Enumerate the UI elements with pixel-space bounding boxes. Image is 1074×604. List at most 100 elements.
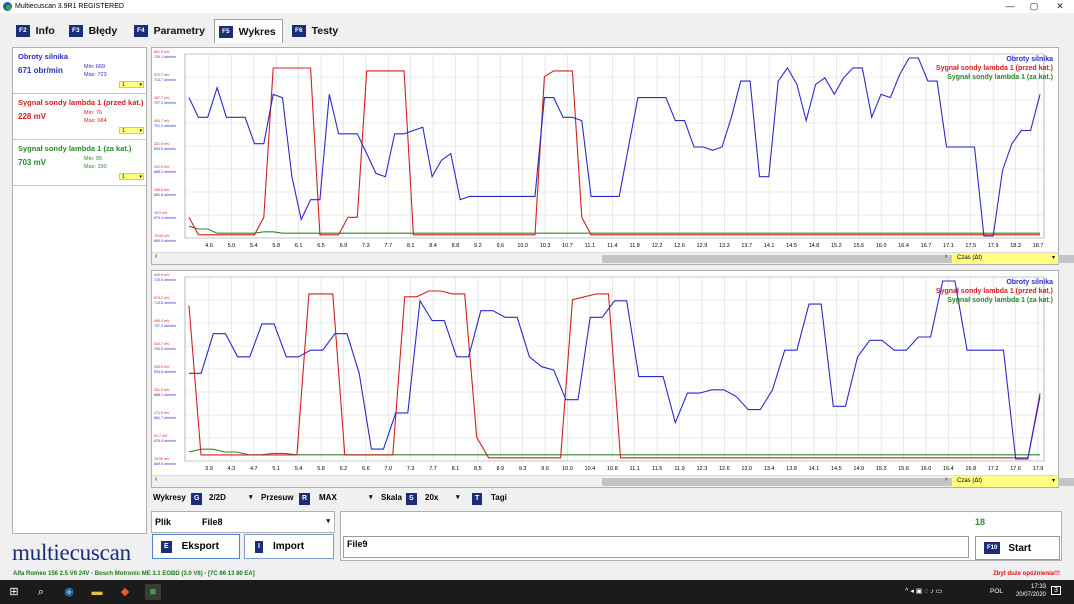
notification-icon[interactable]: 3 bbox=[1051, 586, 1061, 595]
x-tick-label: 9.3 bbox=[519, 466, 527, 472]
windows-start-icon[interactable]: ⊞ bbox=[6, 584, 22, 600]
tab-bledy[interactable]: F3 Błędy bbox=[65, 20, 123, 42]
file-name-field[interactable]: File9 bbox=[343, 536, 969, 558]
x-tick-label: 15.6 bbox=[853, 243, 864, 249]
tab-bar: F2 Info F3 Błędy F4 Parametry F5 Wykres F6 Te… bbox=[0, 19, 1074, 43]
multiecuscan-taskbar-icon[interactable]: ■ bbox=[145, 584, 161, 600]
chevron-down-icon[interactable]: ▾ bbox=[249, 493, 253, 501]
maximize-button[interactable]: ▢ bbox=[1020, 0, 1048, 13]
y-tick-label-rpm: 701.0 obr/min bbox=[154, 124, 176, 128]
chart-bottom-scrollbar[interactable]: ‹ › Czas (Δt) bbox=[152, 475, 1074, 487]
x-tick-label: 17.9 bbox=[988, 243, 999, 249]
tab-testy[interactable]: F6 Testy bbox=[288, 20, 344, 42]
x-tick-label: 5.0 bbox=[228, 243, 236, 249]
import-button[interactable]: I Import bbox=[244, 534, 334, 559]
y-tick-label-rpm: 675.4 obr/min bbox=[154, 439, 176, 443]
tab-label: Info bbox=[35, 25, 55, 37]
chart-controls: Wykresy G 2/2D ▾ Przesuw R MAX ▾ Skala S… bbox=[151, 491, 651, 507]
x-tick-label: 5.4 bbox=[295, 466, 303, 472]
x-tick-label: 3.9 bbox=[205, 466, 213, 472]
scroll-left-icon[interactable]: ‹ bbox=[155, 476, 157, 483]
x-tick-label: 6.5 bbox=[317, 243, 325, 249]
x-tick-label: 7.7 bbox=[384, 243, 392, 249]
tab-key: F3 bbox=[69, 25, 83, 37]
scroll-right-icon[interactable]: › bbox=[945, 253, 947, 260]
x-tick-label: 10.7 bbox=[562, 243, 573, 249]
plik-value: File8 bbox=[202, 517, 223, 527]
param-min: Min: 76 bbox=[84, 110, 103, 116]
x-tick-label: 17.6 bbox=[1010, 466, 1021, 472]
param-lambda-post[interactable]: Sygnał sondy lambda 1 (za kat.) 703 mV M… bbox=[13, 140, 146, 186]
chevron-down-icon[interactable]: ▾ bbox=[326, 517, 330, 525]
vehicle-info: Alfa Romeo 156 2.5 V6 24V - Bosch Motron… bbox=[13, 571, 255, 577]
time-axis-select[interactable]: Czas (Δt) bbox=[952, 253, 1058, 264]
param-scale-select[interactable]: 1 bbox=[119, 81, 144, 88]
chart-top-plot: 4.6 5.0 5.4 5.8 6.1 6.5 6.9 7.3 7.7 8.1 8.4 8.8 9.2 9… bbox=[154, 50, 1045, 249]
record-panel: File9 18 F10 Start bbox=[340, 511, 1062, 561]
y-tick-label-mv: 91.7 mV bbox=[154, 434, 168, 438]
x-tick-label: 14.8 bbox=[809, 243, 820, 249]
app-icon[interactable]: ◉ bbox=[61, 584, 77, 600]
y-tick-label-rpm: 669.0 obr/min bbox=[154, 239, 176, 243]
folder-icon[interactable]: ▬ bbox=[89, 584, 105, 600]
clock[interactable]: 17:33 20/07/2020 bbox=[1016, 583, 1046, 599]
tagi-toggle[interactable]: Tagi bbox=[491, 493, 507, 502]
tab-label: Wykres bbox=[238, 25, 276, 38]
x-tick-label: 9.2 bbox=[474, 243, 482, 249]
x-tick-label: 16.7 bbox=[921, 243, 932, 249]
param-scale-select[interactable]: 1 bbox=[119, 173, 144, 180]
param-rpm[interactable]: Obroty silnika 671 obr/min Min: 669 Max:… bbox=[13, 48, 146, 94]
param-max: Max: 684 bbox=[84, 118, 107, 124]
x-tick-label: 6.6 bbox=[362, 466, 370, 472]
y-tick-label-rpm: 688.1 obr/min bbox=[154, 393, 176, 397]
close-button[interactable]: ✕ bbox=[1046, 0, 1074, 13]
chart-top-scrollbar[interactable]: ‹ › Czas (Δt) bbox=[152, 252, 1074, 264]
language-indicator[interactable]: POL bbox=[990, 588, 1003, 595]
x-tick-label: 8.8 bbox=[452, 243, 460, 249]
time-axis-select[interactable]: Czas (Δt) bbox=[952, 476, 1058, 487]
param-lambda-pre[interactable]: Sygnał sondy lambda 1 (przed kat.) 228 m… bbox=[13, 94, 146, 140]
x-tick-label: 6.2 bbox=[340, 466, 348, 472]
file-select[interactable]: Plik File8 ▾ bbox=[151, 511, 335, 533]
tab-wykres[interactable]: F5 Wykres bbox=[214, 19, 283, 43]
x-tick-label: 8.5 bbox=[474, 466, 482, 472]
legend-rpm: Obroty silnika bbox=[1006, 56, 1053, 63]
key-g: G bbox=[191, 493, 203, 505]
y-tick-label-mv: 241.9 mV bbox=[154, 165, 170, 169]
browser-icon[interactable]: ◆ bbox=[117, 584, 133, 600]
search-icon[interactable]: ⌕ bbox=[33, 584, 49, 600]
scroll-left-icon[interactable]: ‹ bbox=[155, 253, 157, 260]
wykresy-select[interactable]: 2/2D bbox=[209, 493, 226, 502]
eksport-button[interactable]: E Eksport bbox=[152, 534, 240, 559]
title-bar: Multiecuscan 3.9R1 REGISTERED — ▢ ✕ bbox=[0, 0, 1074, 13]
x-tick-label: 14.5 bbox=[831, 466, 842, 472]
x-tick-label: 18.3 bbox=[1010, 243, 1021, 249]
start-button[interactable]: F10 Start bbox=[975, 536, 1060, 560]
param-min: Min: 95 bbox=[84, 156, 103, 162]
param-min: Min: 669 bbox=[84, 64, 106, 70]
y-tick-label-mv: 159.9 mV bbox=[154, 188, 170, 192]
param-scale-select[interactable]: 1 bbox=[119, 127, 144, 134]
scroll-right-icon[interactable]: › bbox=[945, 476, 947, 483]
x-tick-label: 9.6 bbox=[541, 466, 549, 472]
chevron-down-icon[interactable]: ▾ bbox=[456, 493, 460, 501]
tab-label: Testy bbox=[311, 25, 339, 37]
x-tick-label: 11.8 bbox=[630, 243, 640, 249]
tab-parametry[interactable]: F4 Parametry bbox=[130, 20, 211, 42]
skala-select[interactable]: 20x bbox=[425, 493, 438, 502]
chart-bottom[interactable]: 3.9 4.3 4.7 5.1 5.4 5.8 6.2 6.6 7.0 7.3 7.7 8.1 8.5 8… bbox=[151, 270, 1074, 488]
x-tick-label: 11.4 bbox=[607, 243, 617, 249]
chart-top[interactable]: 4.6 5.0 5.4 5.8 6.1 6.5 6.9 7.3 7.7 8.1 8.4 8.8 9.2 9… bbox=[151, 47, 1074, 265]
x-tick-label: 8.9 bbox=[496, 466, 504, 472]
tab-info[interactable]: F2 Info bbox=[12, 20, 61, 42]
y-tick-label-mv: 490.4 mV bbox=[154, 319, 170, 323]
chevron-down-icon[interactable]: ▾ bbox=[369, 493, 373, 501]
param-value: 671 obr/min bbox=[18, 66, 63, 75]
przesuw-select[interactable]: MAX bbox=[319, 493, 337, 502]
y-tick-label-rpm: 688.2 obr/min bbox=[154, 170, 176, 174]
x-tick-label: 5.8 bbox=[272, 243, 280, 249]
tray-icons[interactable]: ^ ◂ ▣ ◌ ♪ ▭ bbox=[905, 587, 942, 595]
x-tick-label: 12.9 bbox=[697, 243, 708, 249]
x-tick-label: 15.6 bbox=[898, 466, 909, 472]
x-tick-label: 11.1 bbox=[630, 466, 640, 472]
